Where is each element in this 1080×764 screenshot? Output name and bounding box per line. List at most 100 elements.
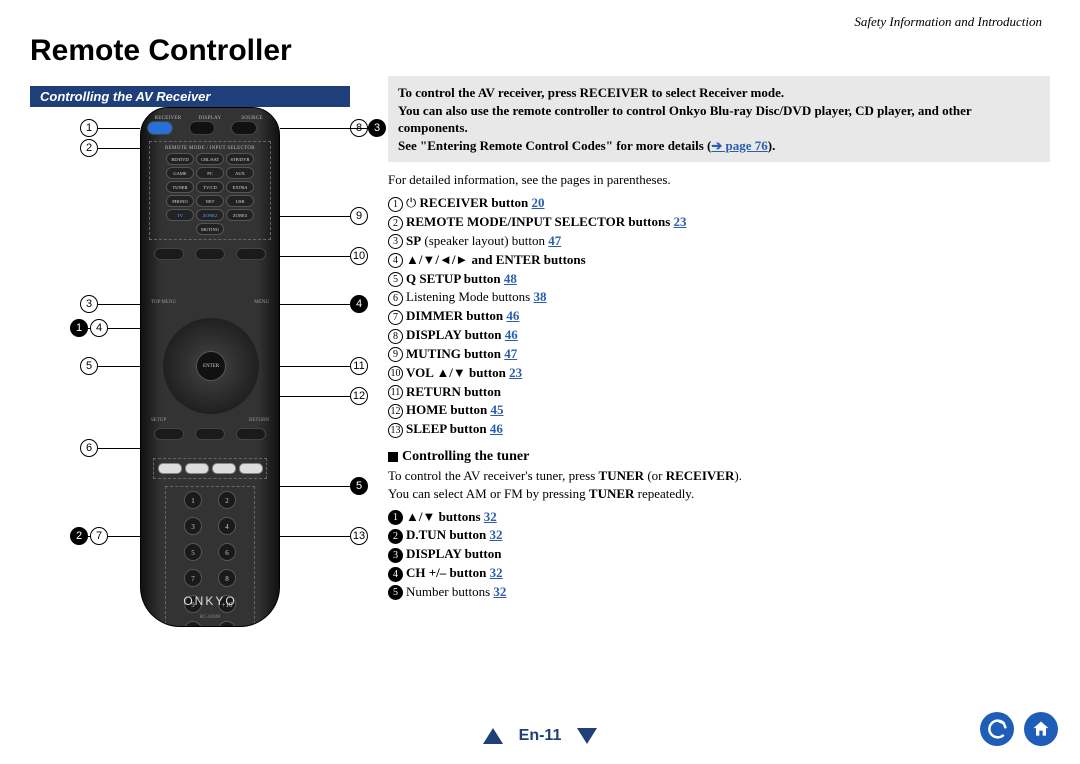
page-link[interactable]: 23 [509, 365, 522, 380]
selector-key: MUTING [196, 223, 224, 235]
page-link[interactable]: 46 [505, 327, 518, 342]
item-number-icon: 3 [388, 548, 403, 563]
page-link[interactable]: 48 [504, 271, 517, 286]
numpad-key: 2 [218, 491, 236, 509]
callout-4: 4 [90, 319, 108, 337]
numpad-key: 0 [184, 621, 202, 627]
selector-key: ZONE2 [196, 209, 224, 221]
item-number-icon: 10 [388, 366, 403, 381]
note-box: To control the AV receiver, press RECEIV… [388, 76, 1050, 162]
page-link[interactable]: 45 [491, 402, 504, 417]
source-button-icon [231, 121, 257, 135]
selector-key: AUX [226, 167, 254, 179]
vol-rocker [236, 248, 266, 260]
item-number-icon: 5 [388, 585, 403, 600]
display-button-icon [189, 121, 215, 135]
list-item: 5Number buttons 32 [388, 583, 1050, 602]
item-number-icon: 13 [388, 423, 403, 438]
selector-key: GAME [166, 167, 194, 179]
list-item: 2REMOTE MODE/INPUT SELECTOR buttons 23 [388, 213, 1050, 232]
item-number-icon: 3 [388, 234, 403, 249]
prev-page-icon[interactable] [483, 728, 503, 744]
list-item: 5Q SETUP button 48 [388, 270, 1050, 289]
dpad-circle: ENTER [163, 318, 259, 414]
callout-filled-3: 3 [368, 119, 386, 137]
page-link[interactable]: 32 [490, 565, 503, 580]
numpad-key: CLR [218, 621, 236, 627]
callout-9: 9 [350, 207, 368, 225]
tuner-item-list: 1▲/▼ buttons 322D.TUN button 323DISPLAY … [388, 508, 1050, 602]
page-link[interactable]: 20 [532, 195, 545, 210]
page-link[interactable]: 38 [533, 289, 546, 304]
remote-diagram: 123145627 8391041112513 RECEIVER DISPLAY… [30, 107, 370, 667]
list-item: 10VOL ▲/▼ button 23 [388, 364, 1050, 383]
selector-key: TUNER [166, 181, 194, 193]
selector-key: PC [196, 167, 224, 179]
item-number-icon: 6 [388, 291, 403, 306]
selector-key: TV [166, 209, 194, 221]
selector-key: NET [196, 195, 224, 207]
page-link[interactable]: 23 [674, 214, 687, 229]
main-item-list: 1⏻ RECEIVER button 202REMOTE MODE/INPUT … [388, 194, 1050, 439]
callout-10: 10 [350, 247, 368, 265]
page-link[interactable]: 47 [504, 346, 517, 361]
selector-label: REMOTE MODE / INPUT SELECTOR [152, 146, 268, 151]
list-item: 1▲/▼ buttons 32 [388, 508, 1050, 527]
list-item: 4CH +/– button 32 [388, 564, 1050, 583]
note-line-2: You can also use the remote controller t… [398, 102, 1040, 137]
ch-rocker [195, 248, 225, 260]
selector-key: ZONE3 [226, 209, 254, 221]
list-item: 3SP (speaker layout) button 47 [388, 232, 1050, 251]
brand-logo: ONKYO [141, 594, 279, 608]
numpad-key: 5 [184, 543, 202, 561]
page-link[interactable]: 46 [506, 308, 519, 323]
numpad-key: 4 [218, 517, 236, 535]
item-number-icon: 4 [388, 253, 403, 268]
callout-filled-2: 2 [70, 527, 88, 545]
enter-button: ENTER [196, 351, 226, 381]
list-item: 1⏻ RECEIVER button 20 [388, 194, 1050, 213]
page-link[interactable]: 46 [490, 421, 503, 436]
receiver-button-icon [147, 121, 173, 135]
list-item: 4▲/▼/◄/► and ENTER buttons [388, 251, 1050, 270]
page-link[interactable]: 32 [493, 584, 506, 599]
square-bullet-icon [388, 452, 398, 462]
item-number-icon: 8 [388, 329, 403, 344]
list-item: 8DISPLAY button 46 [388, 326, 1050, 345]
back-icon[interactable] [980, 712, 1014, 746]
selector-key: PHONO [166, 195, 194, 207]
page-76-link[interactable]: ➔ page 76 [711, 138, 767, 153]
home-button [195, 428, 225, 440]
page-number: En-11 [519, 727, 562, 745]
list-item: 9MUTING button 47 [388, 345, 1050, 364]
section-heading-bar: Controlling the AV Receiver [30, 86, 350, 107]
selector-key: USB [226, 195, 254, 207]
callout-3: 3 [80, 295, 98, 313]
selector-key: CBL/SAT [196, 153, 224, 165]
sp-rocker [154, 248, 184, 260]
callout-filled-4: 4 [350, 295, 368, 313]
page-link[interactable]: 47 [548, 233, 561, 248]
tuner-subhead: Controlling the tuner [388, 449, 1050, 465]
page-link[interactable]: 32 [484, 509, 497, 524]
list-item: 6Listening Mode buttons 38 [388, 288, 1050, 307]
tuner-para-2: You can select AM or FM by pressing TUNE… [388, 485, 1050, 503]
selector-key: EXTRA [226, 181, 254, 193]
selector-key: TV/CD [196, 181, 224, 193]
list-item: 3DISPLAY button [388, 545, 1050, 564]
next-page-icon[interactable] [577, 728, 597, 744]
callout-13: 13 [350, 527, 368, 545]
item-number-icon: 1 [388, 197, 403, 212]
item-number-icon: 4 [388, 567, 403, 582]
home-icon[interactable] [1024, 712, 1058, 746]
return-button [236, 428, 266, 440]
item-number-icon: 2 [388, 216, 403, 231]
callout-6: 6 [80, 439, 98, 457]
page-link[interactable]: 32 [489, 527, 502, 542]
numpad-key: 6 [218, 543, 236, 561]
callout-7: 7 [90, 527, 108, 545]
numpad-key: 8 [218, 569, 236, 587]
item-number-icon: 2 [388, 529, 403, 544]
item-number-icon: 11 [388, 385, 403, 400]
breadcrumb: Safety Information and Introduction [30, 14, 1050, 30]
